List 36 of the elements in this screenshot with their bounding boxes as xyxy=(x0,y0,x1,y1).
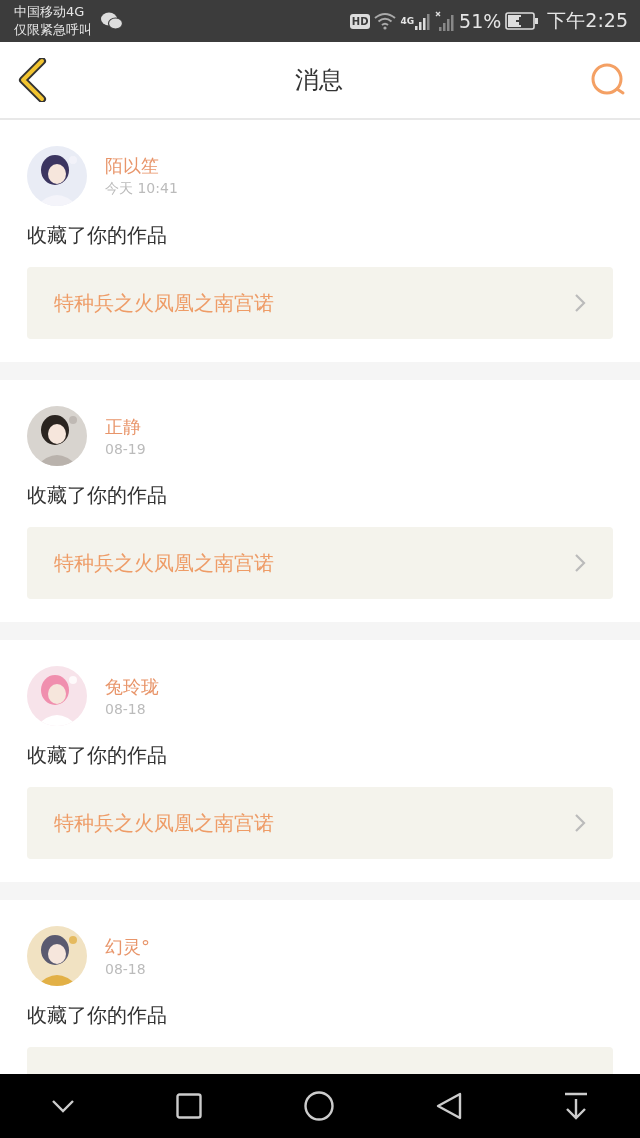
clock: 下午2:25 xyxy=(547,8,628,33)
collapse-icon[interactable] xyxy=(50,1099,75,1113)
home-icon[interactable] xyxy=(304,1091,334,1121)
hd-badge: HD xyxy=(349,13,371,29)
chevron-right-icon xyxy=(574,553,586,573)
work-link[interactable]: 特种兵之火凤凰之南宫诺 xyxy=(27,267,613,339)
chevron-right-icon xyxy=(574,293,586,313)
carrier-label: 中国移动4G xyxy=(14,3,86,21)
battery-charging-icon xyxy=(505,12,540,30)
wifi-icon xyxy=(374,12,397,30)
timestamp: 今天 10:41 xyxy=(105,180,178,198)
message-text: 收藏了你的作品 xyxy=(27,482,168,509)
chevron-right-icon xyxy=(574,813,586,833)
work-link[interactable]: 特种兵之火凤凰之南宫诺 xyxy=(27,527,613,599)
user-name[interactable]: 兔玲珑 xyxy=(105,675,159,699)
pull-down-icon[interactable] xyxy=(563,1092,590,1120)
page-title: 消息 xyxy=(295,65,343,96)
notice-label: 仅限紧急呼叫 xyxy=(14,21,92,39)
back-button[interactable] xyxy=(18,58,48,102)
user-name[interactable]: 幻灵° xyxy=(105,935,150,959)
battery-percent: 51% xyxy=(459,10,502,32)
no-signal-icon xyxy=(435,11,456,31)
message-text: 收藏了你的作品 xyxy=(27,1002,168,1029)
timestamp: 08-19 xyxy=(105,441,146,457)
network-label: 4G xyxy=(400,16,415,26)
recent-apps-icon[interactable] xyxy=(176,1093,203,1119)
message-text: 收藏了你的作品 xyxy=(27,222,168,249)
user-name[interactable]: 陌以笙 xyxy=(105,154,178,178)
back-icon[interactable] xyxy=(435,1092,462,1120)
message-text: 收藏了你的作品 xyxy=(27,742,168,769)
timestamp: 08-18 xyxy=(105,701,147,717)
work-link[interactable]: 特种兵之火凤凰之南宫诺 xyxy=(27,787,613,859)
timestamp: 08-18 xyxy=(105,961,147,977)
signal-icon xyxy=(415,12,432,30)
user-name[interactable]: 正静 xyxy=(105,415,146,439)
chat-bubbles-icon xyxy=(100,11,124,31)
